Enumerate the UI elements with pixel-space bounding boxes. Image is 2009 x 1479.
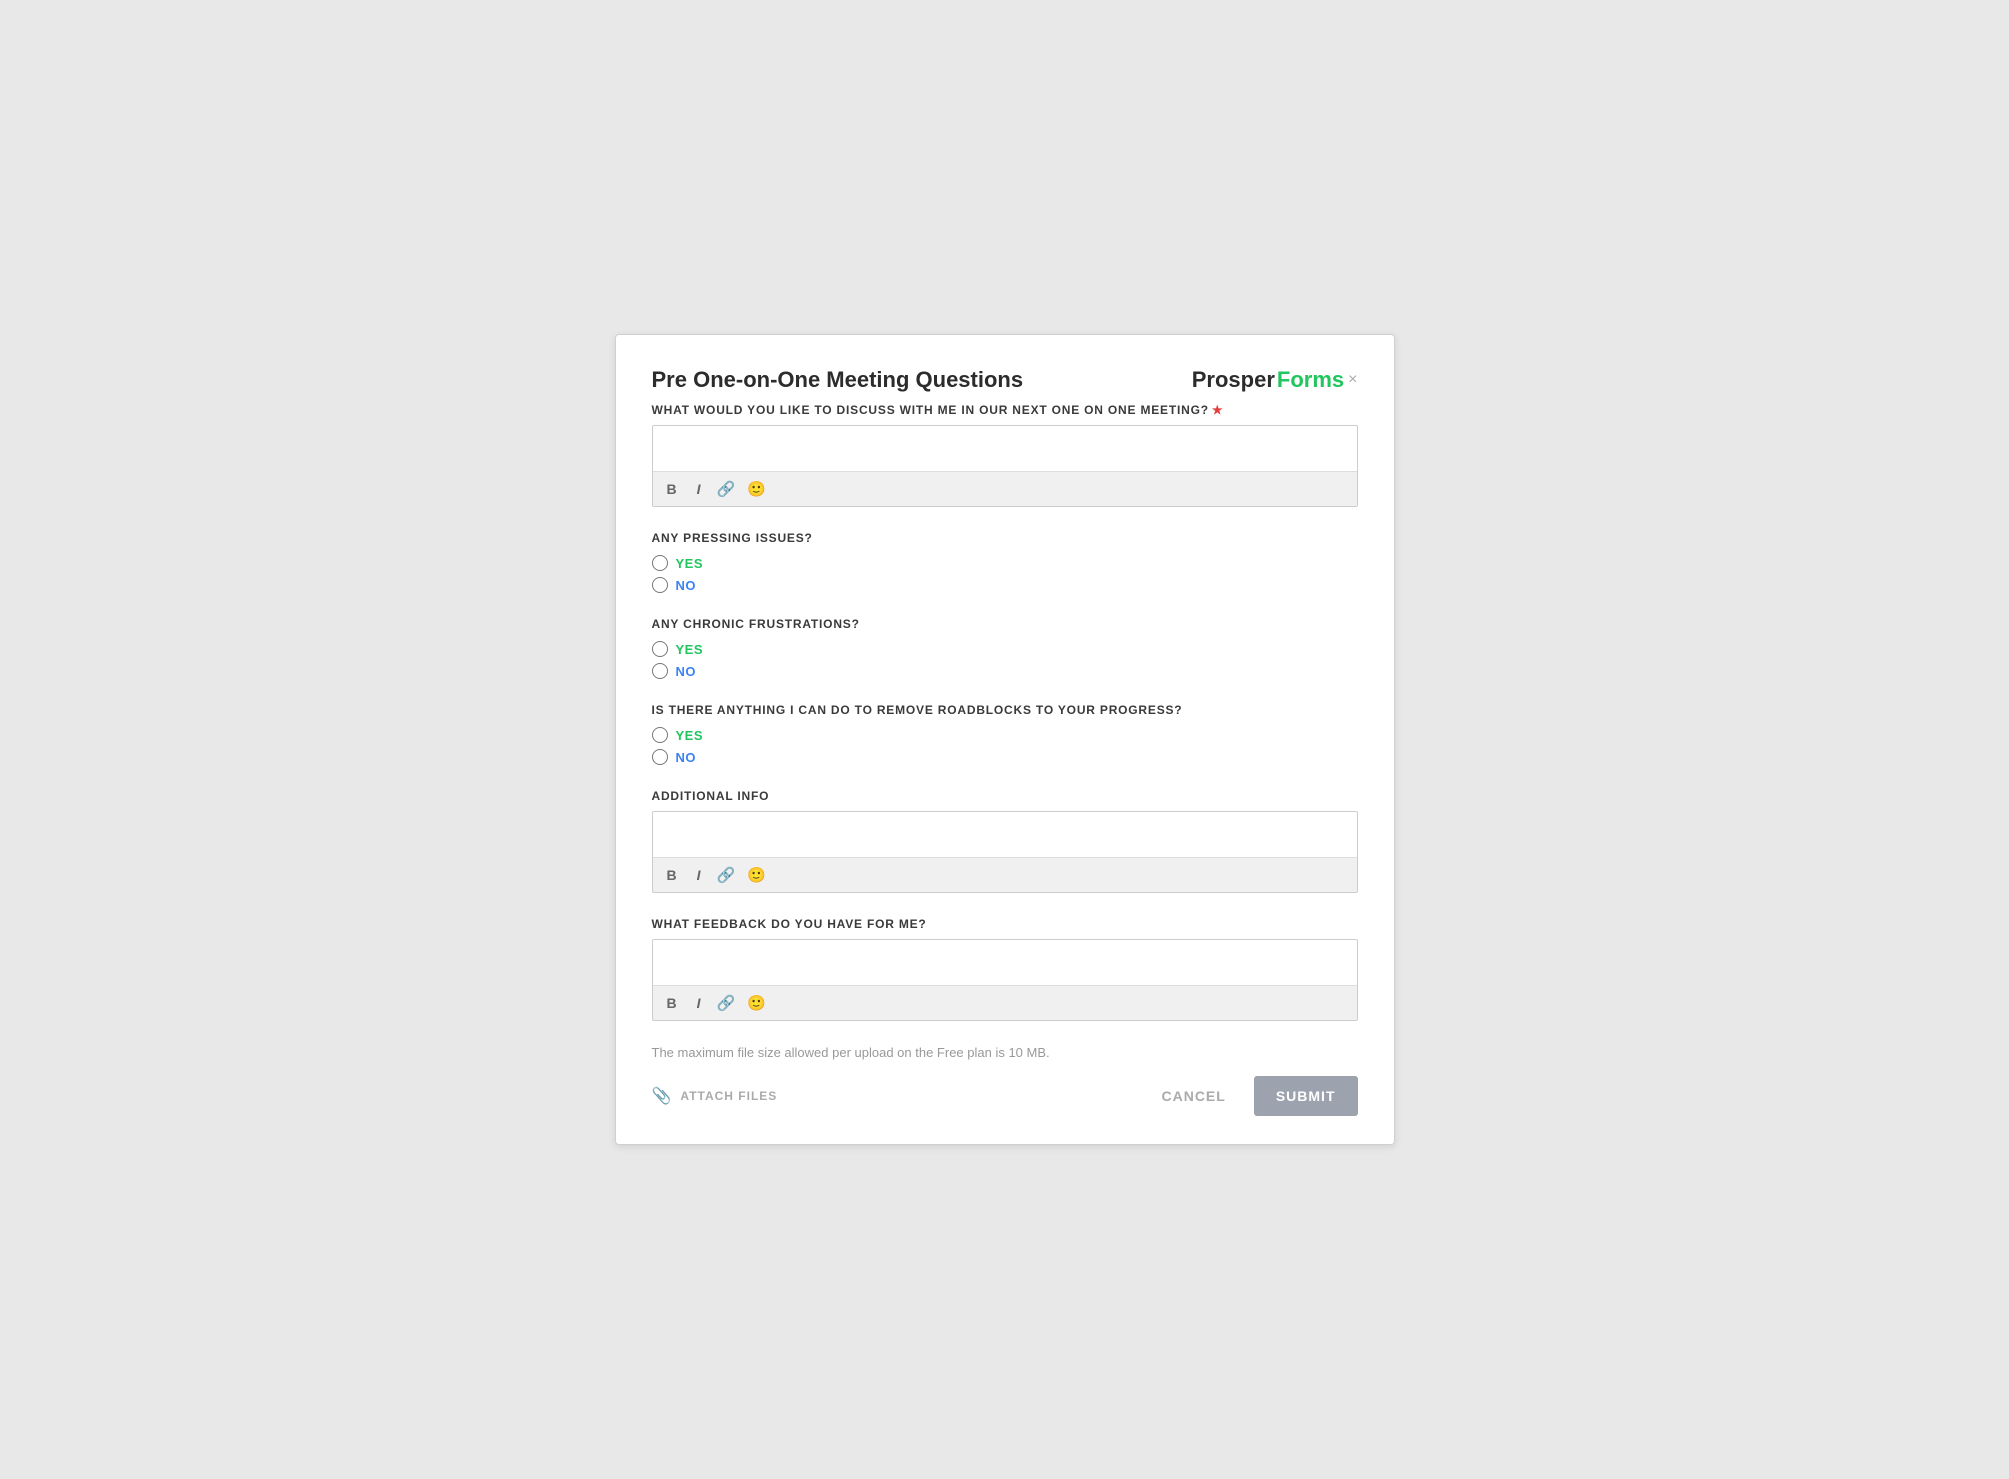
question-5-input[interactable] (653, 812, 1357, 857)
frustrations-yes-radio[interactable] (652, 641, 668, 657)
brand-area: Prosper Forms × (1192, 367, 1358, 393)
frustrations-no-radio[interactable] (652, 663, 668, 679)
link-icon-1[interactable]: 🔗 (717, 480, 736, 498)
emoji-icon-1[interactable]: 🙂 (747, 480, 766, 498)
question-6-editor: B I 🔗 🙂 (652, 939, 1358, 1021)
roadblocks-yes-radio[interactable] (652, 727, 668, 743)
question-1-editor: B I 🔗 🙂 (652, 425, 1358, 507)
form-title: Pre One-on-One Meeting Questions (652, 367, 1024, 393)
question-1-toolbar: B I 🔗 🙂 (653, 471, 1357, 506)
frustrations-no-option[interactable]: NO (652, 663, 1358, 679)
roadblocks-no-option[interactable]: NO (652, 749, 1358, 765)
required-star: ★ (1212, 403, 1224, 417)
question-6-input[interactable] (653, 940, 1357, 985)
frustrations-no-label: NO (676, 664, 697, 679)
pressing-no-option[interactable]: NO (652, 577, 1358, 593)
question-6-label: WHAT FEEDBACK DO YOU HAVE FOR ME? (652, 917, 1358, 931)
link-icon-6[interactable]: 🔗 (717, 994, 736, 1012)
question-5-editor: B I 🔗 🙂 (652, 811, 1358, 893)
file-size-note: The maximum file size allowed per upload… (652, 1045, 1358, 1060)
link-icon-5[interactable]: 🔗 (717, 866, 736, 884)
question-5-toolbar: B I 🔗 🙂 (653, 857, 1357, 892)
brand-prosper-text: Prosper (1192, 367, 1275, 393)
emoji-icon-6[interactable]: 🙂 (747, 994, 766, 1012)
question-2-section: ANY PRESSING ISSUES? YES NO (652, 531, 1358, 593)
question-1-input[interactable] (653, 426, 1357, 471)
question-3-label: ANY CHRONIC FRUSTRATIONS? (652, 617, 1358, 631)
italic-button-5[interactable]: I (693, 866, 705, 884)
italic-button-6[interactable]: I (693, 994, 705, 1012)
roadblocks-no-radio[interactable] (652, 749, 668, 765)
action-buttons: CANCEL SUBMIT (1145, 1076, 1357, 1116)
roadblocks-no-label: NO (676, 750, 697, 765)
submit-button[interactable]: SUBMIT (1254, 1076, 1358, 1116)
modal-container: Pre One-on-One Meeting Questions Prosper… (615, 334, 1395, 1145)
pressing-no-radio[interactable] (652, 577, 668, 593)
modal-header: Pre One-on-One Meeting Questions Prosper… (652, 367, 1358, 393)
pressing-yes-radio[interactable] (652, 555, 668, 571)
attach-files-button[interactable]: 📎 ATTACH FILES (652, 1086, 778, 1106)
attach-files-label: ATTACH FILES (680, 1089, 777, 1103)
frustrations-yes-label: YES (676, 642, 704, 657)
close-icon[interactable]: × (1348, 371, 1357, 389)
roadblocks-yes-option[interactable]: YES (652, 727, 1358, 743)
question-2-label: ANY PRESSING ISSUES? (652, 531, 1358, 545)
bold-button-5[interactable]: B (663, 866, 681, 884)
frustrations-yes-option[interactable]: YES (652, 641, 1358, 657)
brand-logo: Prosper Forms (1192, 367, 1344, 393)
question-6-toolbar: B I 🔗 🙂 (653, 985, 1357, 1020)
question-1-section: WHAT WOULD YOU LIKE TO DISCUSS WITH ME I… (652, 403, 1358, 507)
bold-button-1[interactable]: B (663, 480, 681, 498)
pressing-yes-label: YES (676, 556, 704, 571)
cancel-button[interactable]: CANCEL (1145, 1078, 1241, 1114)
brand-forms-text: Forms (1277, 367, 1344, 393)
pressing-yes-option[interactable]: YES (652, 555, 1358, 571)
question-5-section: ADDITIONAL INFO B I 🔗 🙂 (652, 789, 1358, 893)
roadblocks-yes-label: YES (676, 728, 704, 743)
question-6-section: WHAT FEEDBACK DO YOU HAVE FOR ME? B I 🔗 … (652, 917, 1358, 1021)
emoji-icon-5[interactable]: 🙂 (747, 866, 766, 884)
question-4-section: IS THERE ANYTHING I CAN DO TO REMOVE ROA… (652, 703, 1358, 765)
question-5-label: ADDITIONAL INFO (652, 789, 1358, 803)
bold-button-6[interactable]: B (663, 994, 681, 1012)
question-3-section: ANY CHRONIC FRUSTRATIONS? YES NO (652, 617, 1358, 679)
footer-actions: 📎 ATTACH FILES CANCEL SUBMIT (652, 1076, 1358, 1116)
footer-section: The maximum file size allowed per upload… (652, 1045, 1358, 1116)
paperclip-icon: 📎 (652, 1086, 673, 1106)
question-4-label: IS THERE ANYTHING I CAN DO TO REMOVE ROA… (652, 703, 1358, 717)
pressing-no-label: NO (676, 578, 697, 593)
italic-button-1[interactable]: I (693, 480, 705, 498)
question-1-label: WHAT WOULD YOU LIKE TO DISCUSS WITH ME I… (652, 403, 1358, 417)
